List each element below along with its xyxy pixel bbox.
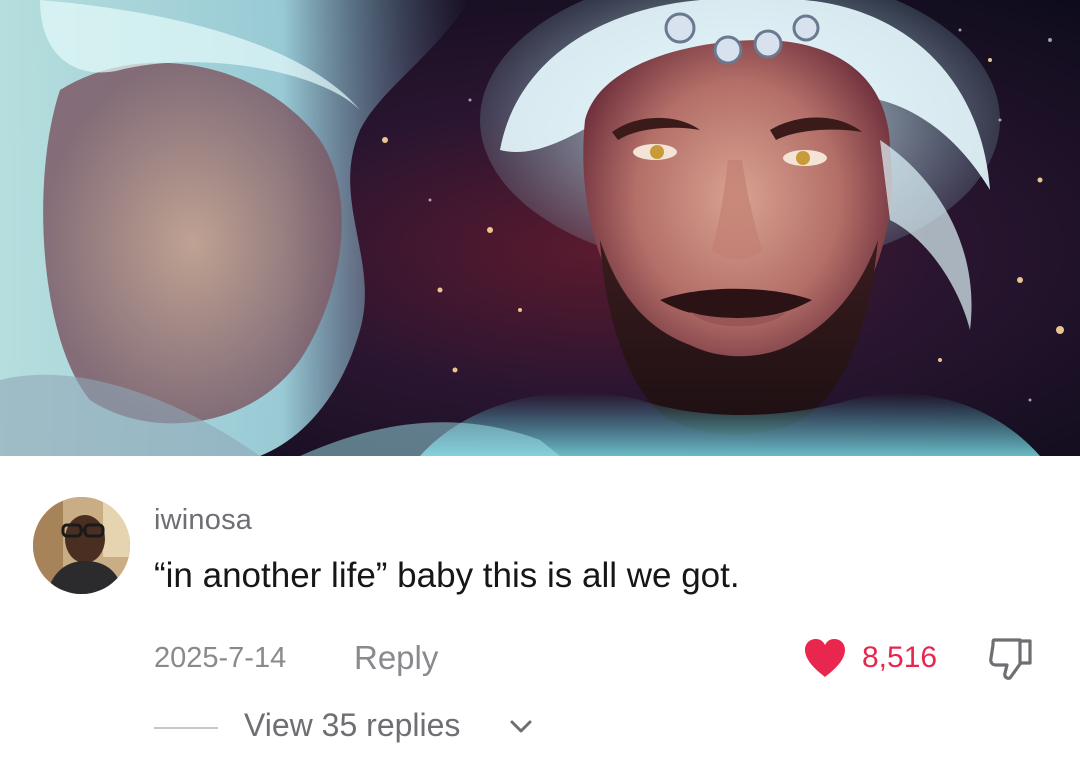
chevron-down-icon [510, 720, 532, 733]
like-count: 8,516 [862, 641, 938, 674]
comment-text: “in another life” baby this is all we go… [154, 556, 740, 595]
heart-icon [805, 639, 845, 677]
comment-username[interactable]: iwinosa [154, 504, 252, 537]
thumbs-down-icon[interactable] [986, 636, 1036, 682]
comment-actions: 2025-7-14 Reply 8,516 [154, 636, 1054, 680]
comment-item: iwinosa “in another life” baby this is a… [0, 456, 1080, 760]
comment-screenshot: iwinosa “in another life” baby this is a… [0, 0, 1080, 760]
view-replies-button[interactable]: View 35 replies [154, 704, 654, 748]
reply-button[interactable]: Reply [354, 639, 438, 677]
post-artwork-image [0, 0, 1080, 456]
avatar[interactable] [33, 497, 130, 594]
comment-date: 2025-7-14 [154, 642, 287, 674]
replies-divider [154, 727, 218, 729]
view-replies-label: View 35 replies [244, 707, 461, 743]
